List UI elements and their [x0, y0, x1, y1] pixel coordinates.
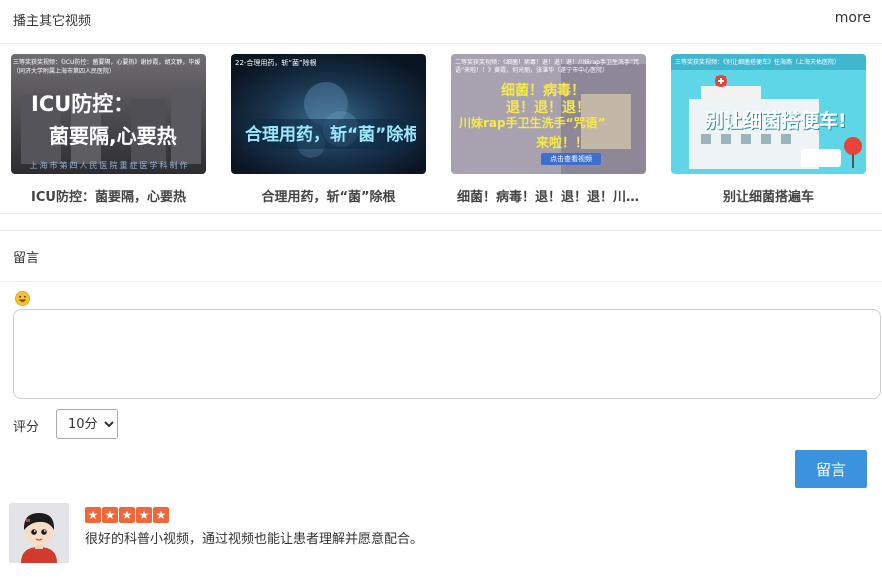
other-videos-header: 播主其它视频 more [0, 0, 882, 44]
video-card[interactable]: 三等奖获奖视频：《ICU防控：菌要隔，心要热》谢妙霞，胡文静，毕媛（同济大学附属… [11, 54, 206, 205]
star-icon: ★ [119, 507, 135, 523]
comment-section-label: 留言 [13, 251, 40, 266]
section-title: 播主其它视频 [13, 14, 92, 29]
thumb-caption: 三等奖获奖视频：《别让细菌搭便车》任海燕（上海天佑医院） [675, 59, 841, 66]
star-rating: ★ ★ ★ ★ ★ [85, 507, 169, 523]
rating-label: 评分 [13, 420, 40, 435]
thumb-caption: 22-合理用药，斩“菌”除根 [235, 59, 317, 67]
avatar [9, 503, 69, 563]
emoji-icon[interactable] [15, 291, 30, 306]
video-thumbnail[interactable]: 22-合理用药，斩“菌”除根 合理用药，斩“菌”除根 [231, 54, 426, 174]
comment-textarea[interactable] [13, 309, 881, 399]
review-item: ★ ★ ★ ★ ★ 很好的科普小视频，通过视频也能让患者理解并愿意配合。 [9, 503, 869, 563]
video-title[interactable]: 别让细菌搭遍车 [671, 186, 866, 205]
star-icon: ★ [153, 507, 169, 523]
video-list: 三等奖获奖视频：《ICU防控：菌要隔，心要热》谢妙霞，胡文静，毕媛（同济大学附属… [0, 44, 882, 214]
submit-comment-button[interactable]: 留言 [795, 450, 867, 488]
star-icon: ★ [85, 507, 101, 523]
video-card[interactable]: 22-合理用药，斩“菌”除根 合理用药，斩“菌”除根 合理用药，斩“菌”除根 [231, 54, 426, 205]
thumb-caption: 三等奖获奖视频：《ICU防控：菌要隔，心要热》谢妙霞，胡文静，毕媛（同济大学附属… [13, 59, 201, 75]
review-text: 很好的科普小视频，通过视频也能让患者理解并愿意配合。 [85, 532, 424, 547]
thumb-footer: 上海市第四人民医院重症医学科制作 [29, 161, 190, 170]
thumb-line-4: 来啦！！ [536, 136, 589, 151]
video-thumbnail[interactable]: 三等奖获奖视频：《ICU防控：菌要隔，心要热》谢妙霞，胡文静，毕媛（同济大学附属… [11, 54, 206, 174]
video-thumbnail[interactable]: 三等奖获奖视频：《别让细菌搭便车》任海燕（上海天佑医院） 别让细菌搭便车! [671, 54, 866, 174]
thumb-headline: 合理用药，斩“菌”除根 [245, 125, 416, 145]
video-title[interactable]: 细菌！病毒！退！退！退！川妹rap手卫生洗手“咒语”来啦！！ [451, 186, 646, 205]
more-link[interactable]: more [835, 10, 871, 26]
video-title[interactable]: 合理用药，斩“菌”除根 [231, 186, 426, 205]
thumb-caption: 二等奖获奖视频：《细菌！病毒！退！退！退！川妹rap手卫生洗手“咒语”来啦！！》… [455, 59, 640, 74]
thumb-headline: 别让细菌搭便车! [705, 110, 847, 132]
thumb-line-3: 川妹rap手卫生洗手“咒语” [459, 116, 606, 130]
video-title[interactable]: ICU防控：菌要隔，心要热 [11, 186, 206, 205]
star-icon: ★ [136, 507, 152, 523]
star-icon: ★ [102, 507, 118, 523]
video-card[interactable]: 二等奖获奖视频：《细菌！病毒！退！退！退！川妹rap手卫生洗手“咒语”来啦！！》… [451, 54, 646, 205]
thumb-subheadline: 菌要隔,心要热 [49, 124, 177, 148]
section-divider [0, 230, 882, 231]
video-thumbnail[interactable]: 二等奖获奖视频：《细菌！病毒！退！退！退！川妹rap手卫生洗手“咒语”来啦！！》… [451, 54, 646, 174]
section-divider [0, 281, 882, 282]
rating-select[interactable]: 10分 [56, 409, 118, 439]
thumb-overlay: 点击查看视频 [550, 155, 592, 163]
thumb-headline: ICU防控： [31, 92, 135, 116]
video-card[interactable]: 三等奖获奖视频：《别让细菌搭便车》任海燕（上海天佑医院） 别让细菌搭便车! 别让… [671, 54, 866, 205]
